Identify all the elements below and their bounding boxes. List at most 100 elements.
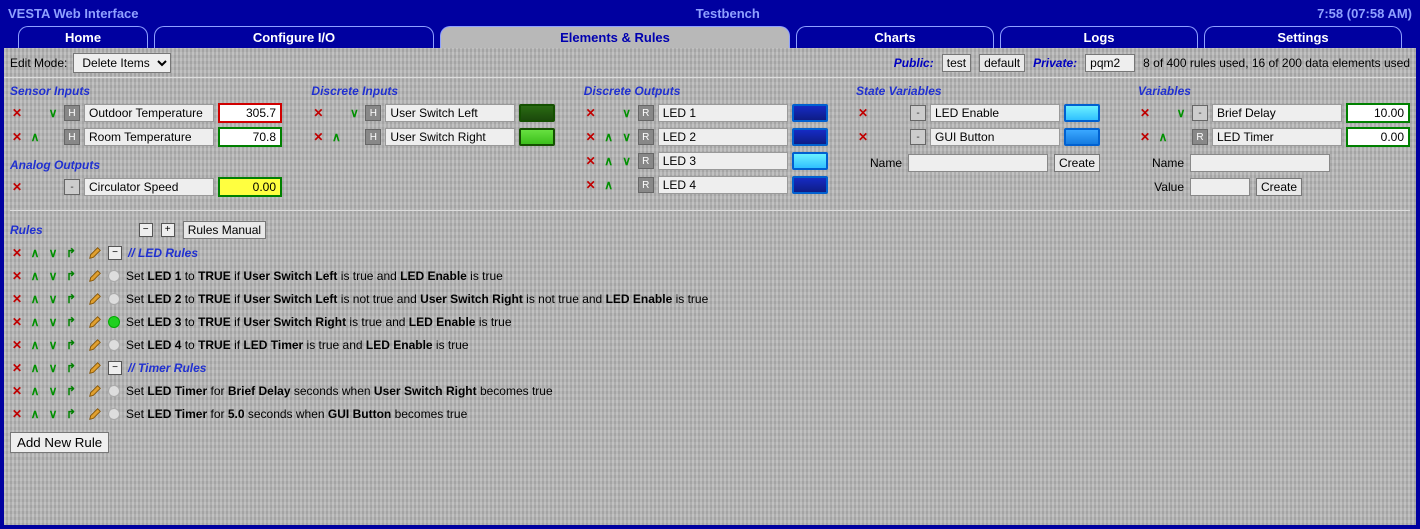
tab-elements-rules[interactable]: Elements & Rules	[440, 26, 790, 48]
move-up-icon[interactable]	[28, 338, 42, 352]
state-swatch[interactable]	[792, 128, 828, 146]
state-swatch[interactable]	[1064, 128, 1100, 146]
tab-logs[interactable]: Logs	[1000, 26, 1198, 48]
state-swatch[interactable]	[519, 128, 555, 146]
private-input[interactable]	[1085, 54, 1135, 72]
collapse-all-icon[interactable]: −	[139, 223, 153, 237]
move-up-icon[interactable]	[602, 178, 616, 192]
delete-icon[interactable]: ✕	[856, 106, 870, 120]
element-name[interactable]: Room Temperature	[84, 128, 214, 146]
form-name-input[interactable]	[908, 154, 1048, 172]
delete-icon[interactable]: ✕	[10, 338, 24, 352]
delete-icon[interactable]: ✕	[10, 407, 24, 421]
delete-icon[interactable]: ✕	[1138, 106, 1152, 120]
rule-text[interactable]: Set LED 2 to TRUE if User Switch Left is…	[126, 292, 708, 306]
delete-icon[interactable]: ✕	[10, 180, 24, 194]
element-name[interactable]: LED 1	[658, 104, 788, 122]
goto-icon[interactable]: ↱	[64, 361, 78, 375]
delete-icon[interactable]: ✕	[856, 130, 870, 144]
move-up-icon[interactable]	[28, 384, 42, 398]
move-up-icon[interactable]	[28, 292, 42, 306]
edit-icon[interactable]	[88, 269, 102, 283]
expand-all-icon[interactable]: +	[161, 223, 175, 237]
tab-charts[interactable]: Charts	[796, 26, 994, 48]
edit-icon[interactable]	[88, 361, 102, 375]
element-value[interactable]: 10.00	[1346, 103, 1410, 123]
move-up-icon[interactable]	[28, 407, 42, 421]
edit-icon[interactable]	[88, 338, 102, 352]
move-up-icon[interactable]	[28, 130, 42, 144]
goto-icon[interactable]: ↱	[64, 338, 78, 352]
element-name[interactable]: LED Enable	[930, 104, 1060, 122]
move-down-icon[interactable]	[46, 269, 60, 283]
delete-icon[interactable]: ✕	[10, 269, 24, 283]
element-name[interactable]: Brief Delay	[1212, 104, 1342, 122]
move-down-icon[interactable]	[46, 315, 60, 329]
move-up-icon[interactable]	[602, 154, 616, 168]
goto-icon[interactable]: ↱	[64, 269, 78, 283]
move-down-icon[interactable]	[347, 106, 361, 120]
move-up-icon[interactable]	[28, 269, 42, 283]
form-name-input[interactable]	[1190, 154, 1330, 172]
element-name[interactable]: LED 2	[658, 128, 788, 146]
element-value[interactable]: 305.7	[218, 103, 282, 123]
element-name[interactable]: User Switch Right	[385, 128, 515, 146]
move-up-icon[interactable]	[329, 130, 343, 144]
form-value-input[interactable]	[1190, 178, 1250, 196]
goto-icon[interactable]: ↱	[64, 246, 78, 260]
delete-icon[interactable]: ✕	[10, 130, 24, 144]
move-down-icon[interactable]	[1174, 106, 1188, 120]
rule-text[interactable]: Set LED Timer for 5.0 seconds when GUI B…	[126, 407, 467, 421]
move-down-icon[interactable]	[46, 407, 60, 421]
tab-settings[interactable]: Settings	[1204, 26, 1402, 48]
goto-icon[interactable]: ↱	[64, 407, 78, 421]
delete-icon[interactable]: ✕	[311, 130, 325, 144]
goto-icon[interactable]: ↱	[64, 292, 78, 306]
rules-manual-button[interactable]: Rules Manual	[183, 221, 266, 239]
element-value[interactable]: 70.8	[218, 127, 282, 147]
move-down-icon[interactable]	[46, 106, 60, 120]
state-swatch[interactable]	[792, 152, 828, 170]
move-down-icon[interactable]	[46, 292, 60, 306]
delete-icon[interactable]: ✕	[10, 292, 24, 306]
element-name[interactable]: GUI Button	[930, 128, 1060, 146]
delete-icon[interactable]: ✕	[584, 130, 598, 144]
move-up-icon[interactable]	[28, 361, 42, 375]
move-down-icon[interactable]	[620, 106, 634, 120]
edit-mode-select[interactable]: Delete Items	[73, 53, 171, 73]
move-down-icon[interactable]	[46, 384, 60, 398]
edit-icon[interactable]	[88, 315, 102, 329]
goto-icon[interactable]: ↱	[64, 315, 78, 329]
element-name[interactable]: User Switch Left	[385, 104, 515, 122]
collapse-icon[interactable]: −	[108, 361, 122, 375]
collapse-icon[interactable]: −	[108, 246, 122, 260]
rule-text[interactable]: Set LED 4 to TRUE if LED Timer is true a…	[126, 338, 469, 352]
delete-icon[interactable]: ✕	[10, 246, 24, 260]
element-name[interactable]: LED 4	[658, 176, 788, 194]
public-test-button[interactable]: test	[942, 54, 971, 72]
move-down-icon[interactable]	[46, 246, 60, 260]
create-button[interactable]: Create	[1054, 154, 1100, 172]
rule-text[interactable]: Set LED 1 to TRUE if User Switch Left is…	[126, 269, 503, 283]
move-down-icon[interactable]	[46, 338, 60, 352]
state-swatch[interactable]	[1064, 104, 1100, 122]
move-up-icon[interactable]	[28, 246, 42, 260]
delete-icon[interactable]: ✕	[10, 384, 24, 398]
move-down-icon[interactable]	[620, 130, 634, 144]
state-swatch[interactable]	[792, 104, 828, 122]
delete-icon[interactable]: ✕	[584, 106, 598, 120]
edit-icon[interactable]	[88, 384, 102, 398]
state-swatch[interactable]	[519, 104, 555, 122]
move-up-icon[interactable]	[28, 315, 42, 329]
delete-icon[interactable]: ✕	[1138, 130, 1152, 144]
edit-icon[interactable]	[88, 246, 102, 260]
delete-icon[interactable]: ✕	[584, 154, 598, 168]
delete-icon[interactable]: ✕	[584, 178, 598, 192]
delete-icon[interactable]: ✕	[10, 361, 24, 375]
delete-icon[interactable]: ✕	[10, 315, 24, 329]
add-new-rule-button[interactable]: Add New Rule	[10, 432, 109, 453]
element-value[interactable]: 0.00	[218, 177, 282, 197]
move-up-icon[interactable]	[1156, 130, 1170, 144]
move-down-icon[interactable]	[46, 361, 60, 375]
move-down-icon[interactable]	[620, 154, 634, 168]
